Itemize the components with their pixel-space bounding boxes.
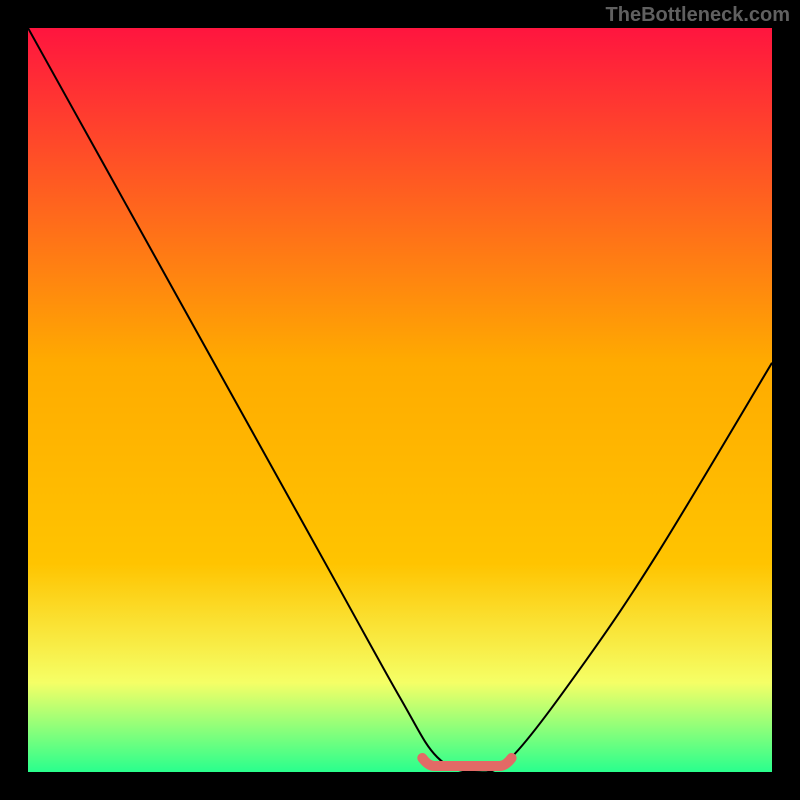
plot-area	[28, 28, 772, 772]
chart-svg	[28, 28, 772, 772]
chart-frame: TheBottleneck.com	[0, 0, 800, 800]
attribution-text: TheBottleneck.com	[606, 4, 790, 27]
gradient-background	[28, 28, 772, 772]
